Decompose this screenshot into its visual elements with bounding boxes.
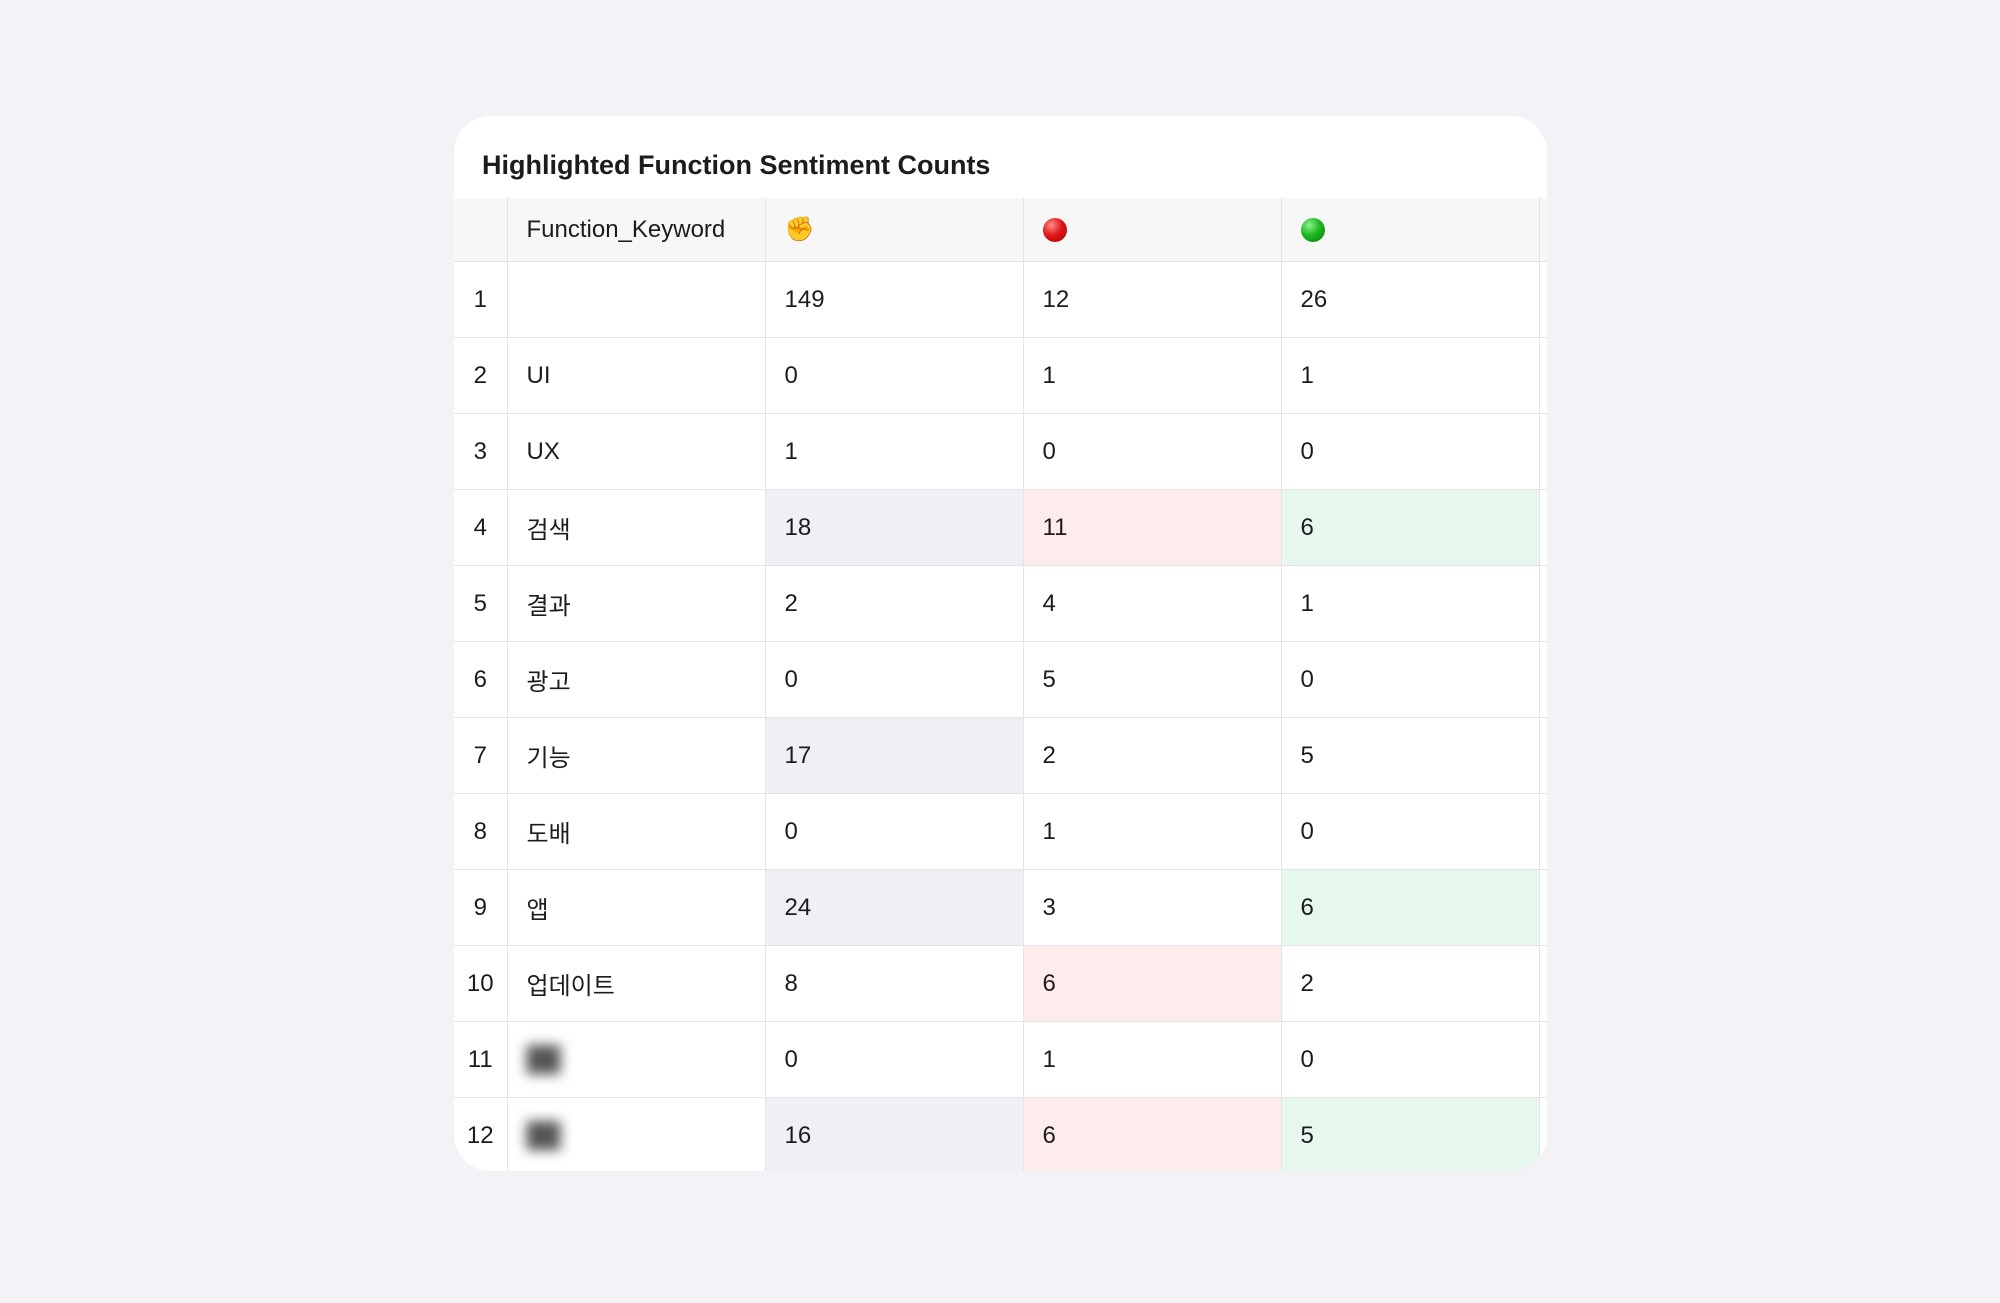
extra-cell [1538, 717, 1547, 794]
table-row: 9 앱 24 3 6 [454, 869, 1547, 946]
row-index-cell: 9 [454, 869, 508, 946]
table-row: 1 149 12 26 [454, 261, 1547, 338]
index-column-header[interactable] [454, 198, 508, 262]
green-circle-column-header[interactable] [1280, 198, 1540, 262]
green-circle-icon [1300, 218, 1325, 243]
keyword-cell[interactable]: 기능 [506, 717, 766, 794]
row-index-cell: 10 [454, 945, 508, 1022]
table-row: 10 업데이트 8 6 2 [454, 945, 1547, 1022]
extra-cell [1538, 565, 1547, 642]
table-row: 11 ██ 0 1 0 [454, 1021, 1547, 1098]
card-title: Highlighted Function Sentiment Counts [482, 150, 991, 180]
table-row: 8 도배 0 1 0 [454, 793, 1547, 870]
green-count-cell[interactable]: 5 [1280, 717, 1540, 794]
keyword-cell[interactable]: 업데이트 [506, 945, 766, 1022]
extra-cell [1538, 945, 1547, 1022]
keyword-cell-redacted[interactable]: ██ [506, 1097, 766, 1171]
fist-count-cell[interactable]: 0 [764, 337, 1024, 414]
extra-column-header [1538, 198, 1547, 262]
table-row: 4 검색 18 11 6 [454, 489, 1547, 566]
redacted-keyword: ██ [526, 1121, 561, 1149]
keyword-cell[interactable]: UI [506, 337, 766, 414]
keyword-cell[interactable]: 앱 [506, 869, 766, 946]
fist-count-cell[interactable]: 24 [764, 869, 1024, 946]
green-count-cell[interactable]: 0 [1280, 1021, 1540, 1098]
table-card: Highlighted Function Sentiment Counts Fu… [454, 116, 1547, 1171]
keyword-cell[interactable]: 검색 [506, 489, 766, 566]
red-count-cell[interactable]: 3 [1022, 869, 1282, 946]
fist-count-cell[interactable]: 17 [764, 717, 1024, 794]
row-index-cell: 4 [454, 489, 508, 566]
header-row: Function_Keyword ✊ [454, 198, 1547, 262]
row-index-cell: 7 [454, 717, 508, 794]
table-row: 5 결과 2 4 1 [454, 565, 1547, 642]
red-count-cell[interactable]: 1 [1022, 1021, 1282, 1098]
row-index-cell: 8 [454, 793, 508, 870]
red-count-cell[interactable]: 11 [1022, 489, 1282, 566]
green-count-cell[interactable]: 6 [1280, 489, 1540, 566]
green-count-cell[interactable]: 1 [1280, 565, 1540, 642]
fist-count-cell[interactable]: 149 [764, 261, 1024, 338]
fist-count-cell[interactable]: 2 [764, 565, 1024, 642]
table-row: 3 UX 1 0 0 [454, 413, 1547, 490]
row-index-cell: 5 [454, 565, 508, 642]
fist-count-cell[interactable]: 16 [764, 1097, 1024, 1171]
red-count-cell[interactable]: 1 [1022, 337, 1282, 414]
fist-count-cell[interactable]: 0 [764, 793, 1024, 870]
red-count-cell[interactable]: 5 [1022, 641, 1282, 718]
extra-cell [1538, 261, 1547, 338]
table-row: 2 UI 0 1 1 [454, 337, 1547, 414]
keyword-cell[interactable]: 결과 [506, 565, 766, 642]
keyword-column-header[interactable]: Function_Keyword [506, 198, 766, 262]
redacted-keyword: ██ [526, 1045, 561, 1073]
extra-cell [1538, 1097, 1547, 1171]
red-count-cell[interactable]: 2 [1022, 717, 1282, 794]
row-index-cell: 11 [454, 1021, 508, 1098]
extra-cell [1538, 869, 1547, 946]
extra-cell [1538, 413, 1547, 490]
green-count-cell[interactable]: 26 [1280, 261, 1540, 338]
green-count-cell[interactable]: 6 [1280, 869, 1540, 946]
fist-icon: ✊ [784, 216, 815, 244]
row-index-cell: 1 [454, 261, 508, 338]
keyword-cell[interactable]: 도배 [506, 793, 766, 870]
data-table: Function_Keyword ✊ 1 149 12 26 2 UI 0 1 … [454, 198, 1547, 1171]
table-row: 7 기능 17 2 5 [454, 717, 1547, 794]
green-count-cell[interactable]: 1 [1280, 337, 1540, 414]
fist-count-cell[interactable]: 1 [764, 413, 1024, 490]
keyword-cell-redacted[interactable]: ██ [506, 1021, 766, 1098]
red-count-cell[interactable]: 1 [1022, 793, 1282, 870]
row-index-cell: 2 [454, 337, 508, 414]
extra-cell [1538, 641, 1547, 718]
green-count-cell[interactable]: 2 [1280, 945, 1540, 1022]
extra-cell [1538, 337, 1547, 414]
red-count-cell[interactable]: 6 [1022, 1097, 1282, 1171]
fist-column-header[interactable]: ✊ [764, 198, 1024, 262]
red-count-cell[interactable]: 6 [1022, 945, 1282, 1022]
red-circle-icon [1042, 218, 1067, 243]
table-row: 12 ██ 16 6 5 [454, 1097, 1547, 1171]
green-count-cell[interactable]: 0 [1280, 793, 1540, 870]
fist-count-cell[interactable]: 8 [764, 945, 1024, 1022]
extra-cell [1538, 1021, 1547, 1098]
green-count-cell[interactable]: 5 [1280, 1097, 1540, 1171]
extra-cell [1538, 793, 1547, 870]
red-count-cell[interactable]: 0 [1022, 413, 1282, 490]
fist-count-cell[interactable]: 0 [764, 641, 1024, 718]
fist-count-cell[interactable]: 18 [764, 489, 1024, 566]
keyword-cell[interactable]: UX [506, 413, 766, 490]
keyword-cell[interactable]: 광고 [506, 641, 766, 718]
extra-cell [1538, 489, 1547, 566]
red-count-cell[interactable]: 4 [1022, 565, 1282, 642]
red-count-cell[interactable]: 12 [1022, 261, 1282, 338]
table-row: 6 광고 0 5 0 [454, 641, 1547, 718]
red-circle-column-header[interactable] [1022, 198, 1282, 262]
row-index-cell: 3 [454, 413, 508, 490]
green-count-cell[interactable]: 0 [1280, 413, 1540, 490]
fist-count-cell[interactable]: 0 [764, 1021, 1024, 1098]
keyword-cell[interactable] [506, 261, 766, 338]
row-index-cell: 6 [454, 641, 508, 718]
row-index-cell: 12 [454, 1097, 508, 1171]
green-count-cell[interactable]: 0 [1280, 641, 1540, 718]
